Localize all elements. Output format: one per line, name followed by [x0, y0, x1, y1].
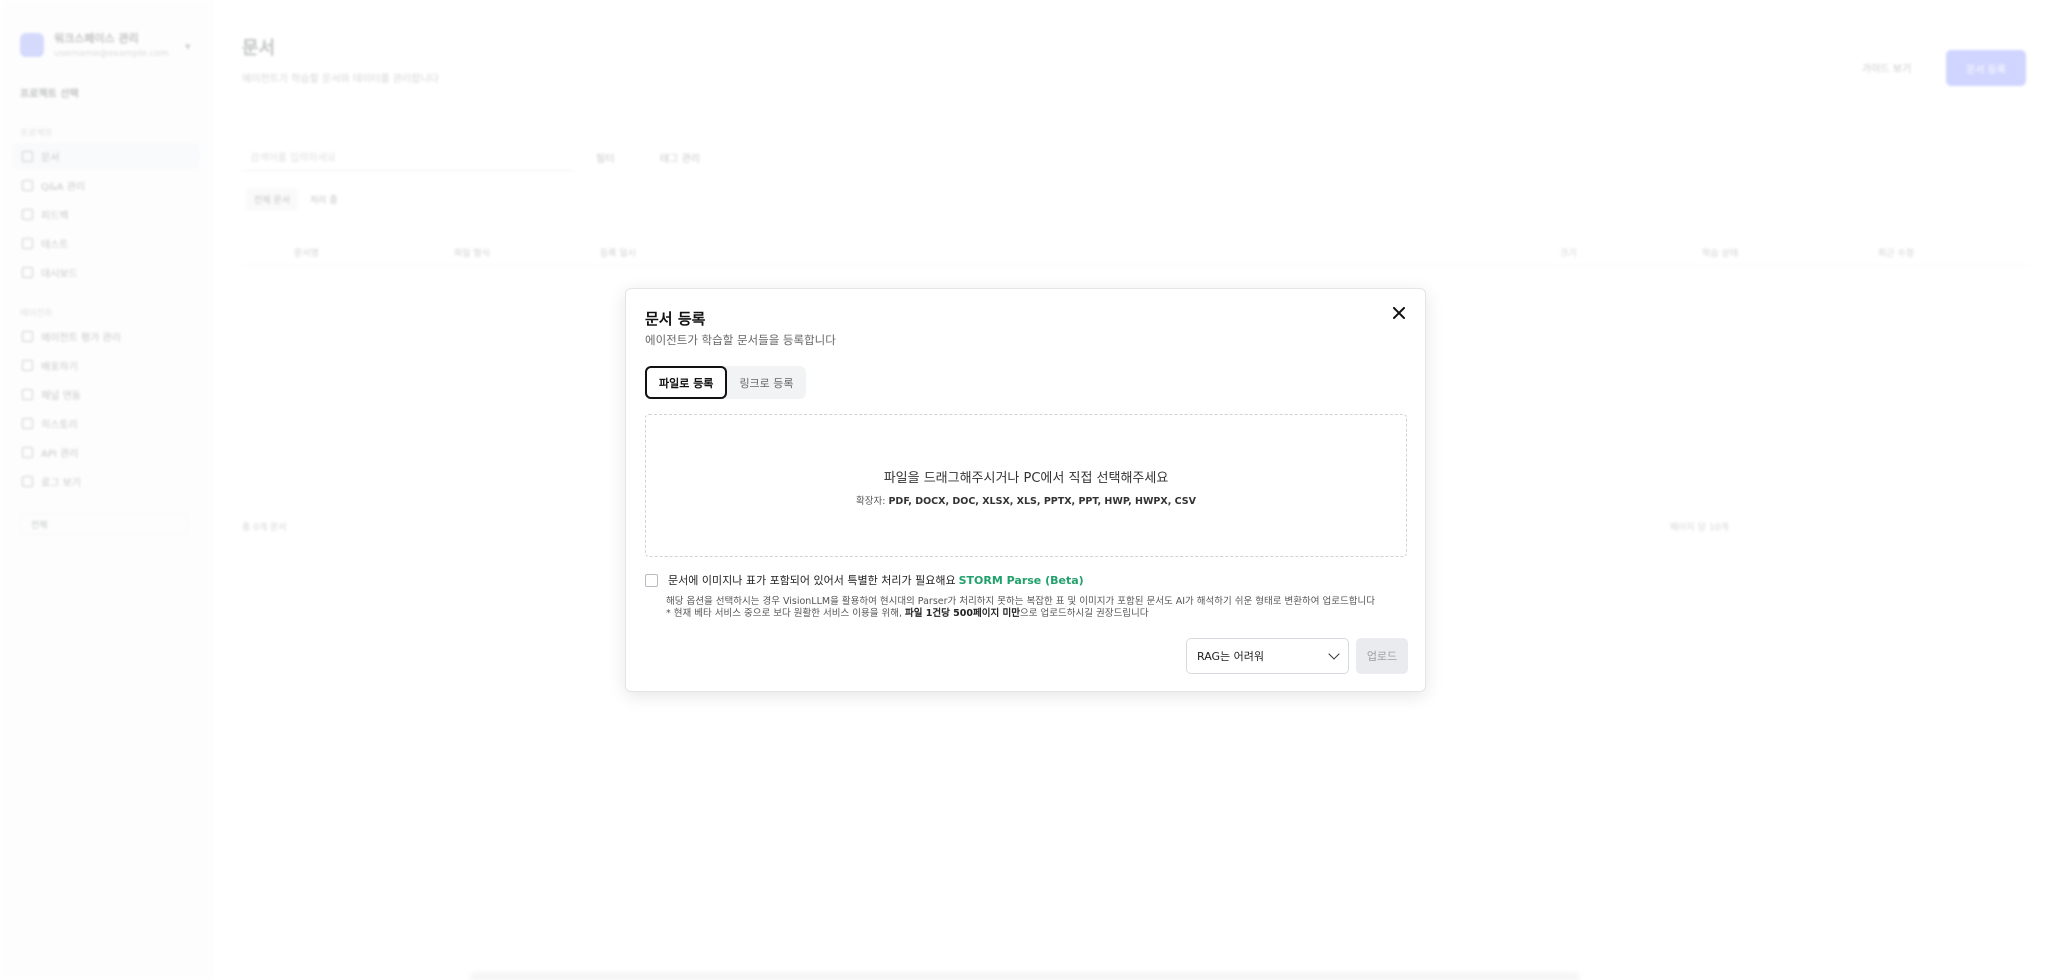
sidebar: 워크스페이스 관리 username@example.com ▾ 프로젝트 선택…: [0, 0, 211, 980]
note-prefix: * 현재 베타 서비스 중으로 보다 원활한 서비스 이용을 위해,: [666, 608, 902, 619]
modal-subtitle: 에이전트가 학습할 문서들을 등록합니다: [645, 333, 836, 347]
tag-chip[interactable]: 태그 관리: [660, 147, 700, 167]
option-label-text: 문서에 이미지나 표가 포함되어 있어서 특별한 처리가 필요해요: [668, 574, 956, 587]
sidebar-item-documents[interactable]: 문서: [12, 143, 200, 169]
storm-parse-label[interactable]: 문서에 이미지나 표가 포함되어 있어서 특별한 처리가 필요해요 STORM P…: [668, 572, 1084, 588]
sidebar-item-label: 에이전트 평가 관리: [41, 332, 121, 344]
column-header[interactable]: 파일 형식: [454, 246, 490, 259]
feedback-icon: [22, 208, 33, 220]
sidebar-item-test[interactable]: 테스트: [12, 230, 200, 256]
channel-icon: [22, 388, 33, 400]
guide-button[interactable]: 가이드 보기: [1862, 60, 1911, 75]
sidebar-item-eval[interactable]: 에이전트 평가 관리: [12, 323, 200, 349]
qa-icon: [22, 179, 33, 191]
tab-file[interactable]: 파일로 등록: [645, 366, 728, 399]
chevron-down-icon: [1328, 648, 1340, 660]
sidebar-item-label: 대시보드: [41, 268, 78, 280]
dropzone-extensions: 확장자: PDF, DOCX, DOC, XLSX, XLS, PPTX, PP…: [646, 493, 1406, 507]
sidebar-item-dashboard[interactable]: 대시보드: [12, 259, 200, 285]
storm-parse-option: 문서에 이미지나 표가 포함되어 있어서 특별한 처리가 필요해요 STORM P…: [645, 572, 1084, 588]
bottom-panel-edge: [470, 972, 1580, 980]
workspace-switcher[interactable]: 워크스페이스 관리 username@example.com: [20, 30, 169, 59]
sidebar-item-feedback[interactable]: 피드백: [12, 201, 200, 227]
sidebar-filter-select[interactable]: 전체: [20, 513, 188, 535]
workspace-icon: [20, 32, 44, 57]
sidebar-item-api[interactable]: API 관리: [12, 439, 200, 465]
column-header[interactable]: 학습 상태: [1702, 246, 1738, 259]
sidebar-item-label: 배포하기: [41, 361, 78, 373]
register-document-modal: 문서 등록 에이전트가 학습할 문서들을 등록합니다 파일로 등록 링크로 등록…: [625, 288, 1426, 692]
section-label: 프로젝트: [20, 129, 54, 139]
sidebar-item-qa[interactable]: Q&A 관리: [12, 172, 200, 198]
sidebar-item-label: 문서: [41, 152, 60, 164]
register-document-button[interactable]: 문서 등록: [1946, 50, 2026, 86]
sidebar-item-deploy[interactable]: 배포하기: [12, 352, 200, 378]
deploy-icon: [22, 359, 33, 371]
sidebar-item-label: 로그 보기: [41, 477, 81, 489]
extensions-prefix: 확장자:: [856, 496, 886, 507]
api-icon: [22, 446, 33, 458]
sidebar-item-history[interactable]: 히스토리: [12, 410, 200, 436]
sidebar-item-label: 피드백: [41, 210, 69, 222]
column-header[interactable]: 최근 수정: [1878, 246, 1914, 259]
pager-count: 총 0개 문서: [242, 523, 287, 533]
log-icon: [22, 475, 33, 487]
close-button[interactable]: [1389, 303, 1409, 323]
sidebar-item-logs[interactable]: 로그 보기: [12, 468, 200, 494]
column-header[interactable]: 문서명: [294, 246, 319, 259]
chart-icon: [22, 266, 33, 278]
dropzone-instruction: 파일을 드래그해주시거나 PC에서 직접 선택해주세요: [883, 471, 1169, 486]
sidebar-item-label: 테스트: [41, 239, 69, 251]
table-header: 문서명 파일 형식 등록 일시 크기 학습 상태 최근 수정: [242, 235, 2030, 266]
sidebar-item-label: API 관리: [41, 448, 79, 460]
project-selector[interactable]: 프로젝트 선택: [20, 85, 79, 100]
storm-parse-badge: STORM Parse (Beta): [958, 574, 1084, 587]
option-note: * 현재 베타 서비스 중으로 보다 원활한 서비스 이용을 위해, 파일 1건…: [666, 605, 1148, 619]
workspace-email: username@example.com: [54, 49, 169, 59]
note-suffix: 으로 업로드하시길 권장드립니다: [1020, 608, 1149, 619]
modal-title: 문서 등록: [645, 310, 706, 328]
close-icon: [1393, 307, 1405, 319]
segment-all[interactable]: 전체 문서: [246, 188, 298, 211]
history-icon: [22, 417, 33, 429]
chevron-down-icon[interactable]: ▾: [185, 40, 191, 53]
status-segment: 전체 문서 처리 중: [246, 188, 346, 211]
test-icon: [22, 237, 33, 249]
column-header[interactable]: 등록 일시: [600, 246, 636, 259]
extensions-list: PDF, DOCX, DOC, XLSX, XLS, PPTX, PPT, HW…: [888, 496, 1196, 507]
sidebar-item-channel[interactable]: 채널 연동: [12, 381, 200, 407]
column-header[interactable]: 크기: [1560, 246, 1577, 259]
sidebar-item-label: Q&A 관리: [41, 181, 86, 193]
note-bold: 파일 1건당 500페이지 미만: [905, 608, 1021, 619]
file-dropzone[interactable]: 파일을 드래그해주시거나 PC에서 직접 선택해주세요 확장자: PDF, DO…: [645, 414, 1407, 557]
storm-parse-checkbox[interactable]: [645, 573, 658, 587]
sidebar-item-label: 채널 연동: [41, 390, 81, 402]
section-label: 에이전트: [20, 309, 54, 319]
workspace-name: 워크스페이스 관리: [54, 32, 139, 45]
sidebar-item-label: 히스토리: [41, 419, 78, 431]
search-input[interactable]: 검색어를 입력하세요: [242, 143, 572, 171]
agent-select[interactable]: RAG는 어려워: [1186, 638, 1349, 674]
register-mode-tabs: 파일로 등록 링크로 등록: [645, 366, 806, 399]
filter-chip[interactable]: 필터: [596, 147, 614, 167]
tab-link[interactable]: 링크로 등록: [727, 366, 805, 399]
segment-processing[interactable]: 처리 중: [302, 188, 346, 211]
page-subtitle: 에이전트가 학습할 문서와 데이터를 관리합니다: [242, 74, 439, 85]
upload-button[interactable]: 업로드: [1356, 638, 1408, 674]
search-icon: [22, 330, 33, 342]
page-title: 문서: [242, 38, 276, 59]
pager-size[interactable]: 페이지 당 10개: [1670, 520, 1729, 533]
agent-select-value: RAG는 어려워: [1197, 650, 1265, 663]
document-icon: [22, 150, 33, 162]
